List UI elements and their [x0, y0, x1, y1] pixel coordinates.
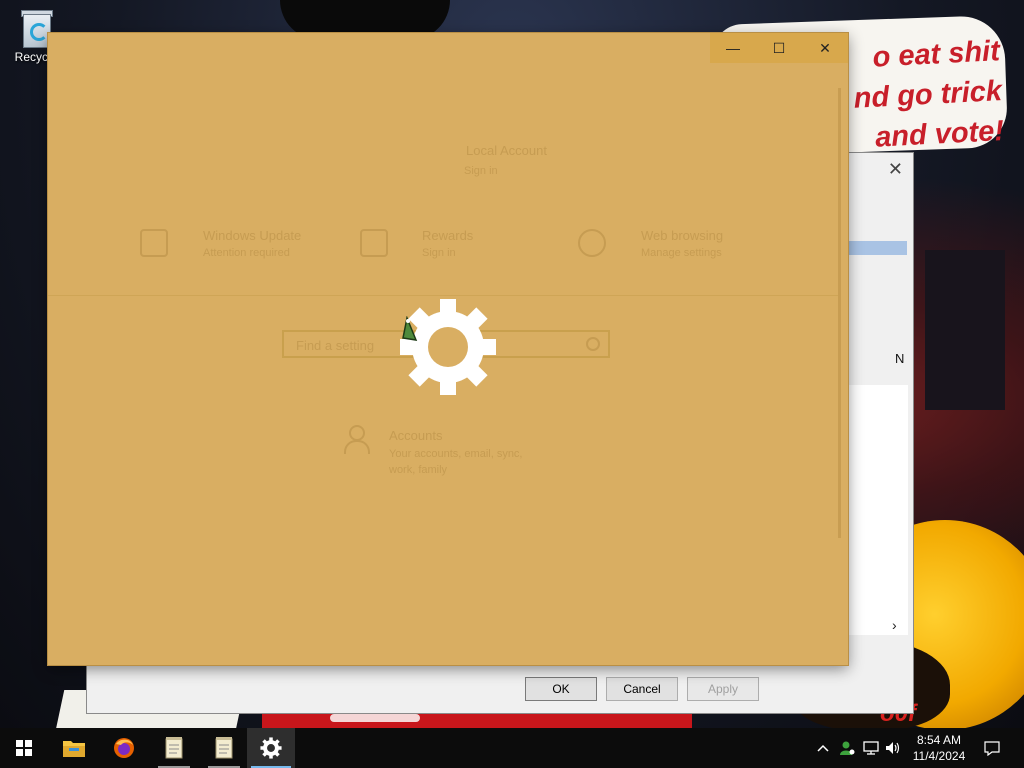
account-name: Local Account — [466, 143, 547, 158]
windows-update-icon — [140, 229, 168, 257]
tray-volume[interactable] — [882, 728, 904, 768]
notepad-icon — [215, 737, 233, 759]
tray-user-status[interactable] — [836, 728, 858, 768]
background-dialog-close-icon[interactable]: ✕ — [888, 159, 903, 180]
mouse-cursor-icon — [402, 316, 418, 341]
notification-icon — [984, 740, 1000, 756]
background-dialog-selected-row[interactable] — [847, 241, 907, 255]
chevron-up-icon — [817, 744, 829, 752]
rewards-title[interactable]: Rewards — [422, 228, 473, 243]
accounts-category-subtitle-1: Your accounts, email, sync, — [389, 448, 523, 460]
accounts-person-icon — [342, 425, 370, 454]
taskbar-file-explorer[interactable] — [50, 728, 98, 768]
scroll-right-icon[interactable]: › — [892, 617, 897, 633]
speaker-icon — [886, 742, 900, 754]
search-icon — [586, 337, 600, 351]
network-icon — [863, 741, 879, 755]
search-placeholder: Find a setting — [296, 338, 375, 353]
clock-date: 11/4/2024 — [912, 749, 966, 763]
windows-update-subtitle: Attention required — [203, 247, 290, 259]
rewards-subtitle: Sign in — [422, 247, 456, 259]
rewards-icon — [360, 229, 388, 257]
tray-network[interactable] — [860, 728, 882, 768]
action-center-button[interactable] — [976, 728, 1008, 768]
settings-window: — ☐ ✕ Local Account Sign in Windows Upda… — [48, 33, 848, 665]
window-caption-buttons: — ☐ ✕ — [710, 33, 848, 63]
start-button[interactable] — [0, 728, 48, 768]
vertical-scrollbar[interactable] — [838, 88, 841, 538]
header-divider — [48, 295, 838, 296]
accounts-category-title[interactable]: Accounts — [389, 428, 442, 443]
windows-update-title[interactable]: Windows Update — [203, 228, 301, 243]
taskbar: 8:54 AM 11/4/2024 — [0, 728, 1024, 768]
background-dialog-column-letter: N — [895, 351, 905, 366]
wallpaper-house-silhouette — [925, 250, 1005, 410]
web-browsing-icon — [578, 229, 606, 257]
taskbar-clock[interactable]: 8:54 AM 11/4/2024 — [904, 732, 974, 764]
taskbar-notepad-2[interactable] — [200, 728, 248, 768]
web-browsing-subtitle: Manage settings — [641, 247, 722, 259]
maximize-button[interactable]: ☐ — [756, 33, 802, 63]
close-button[interactable]: ✕ — [802, 33, 848, 63]
clock-time: 8:54 AM — [916, 733, 962, 747]
notepad-icon — [165, 737, 183, 759]
ok-button[interactable]: OK — [525, 677, 597, 701]
taskbar-settings[interactable] — [247, 728, 295, 768]
apply-button[interactable]: Apply — [687, 677, 759, 701]
minimize-button[interactable]: — — [710, 33, 756, 63]
user-status-icon — [840, 741, 855, 755]
cancel-button[interactable]: Cancel — [606, 677, 678, 701]
gear-icon — [260, 737, 282, 759]
firefox-icon — [114, 738, 134, 758]
show-hidden-icons-button[interactable] — [812, 728, 834, 768]
account-signin-link[interactable]: Sign in — [464, 165, 498, 177]
settings-gear-icon — [400, 299, 496, 395]
taskbar-firefox[interactable] — [100, 728, 148, 768]
accounts-category-subtitle-2: work, family — [389, 464, 448, 476]
folder-icon — [63, 741, 85, 757]
background-dialog-list[interactable] — [847, 385, 908, 635]
wallpaper-red-banner-stripe — [330, 714, 420, 722]
web-browsing-title[interactable]: Web browsing — [641, 228, 723, 243]
windows-logo-icon — [16, 740, 32, 756]
taskbar-notepad-1[interactable] — [150, 728, 198, 768]
